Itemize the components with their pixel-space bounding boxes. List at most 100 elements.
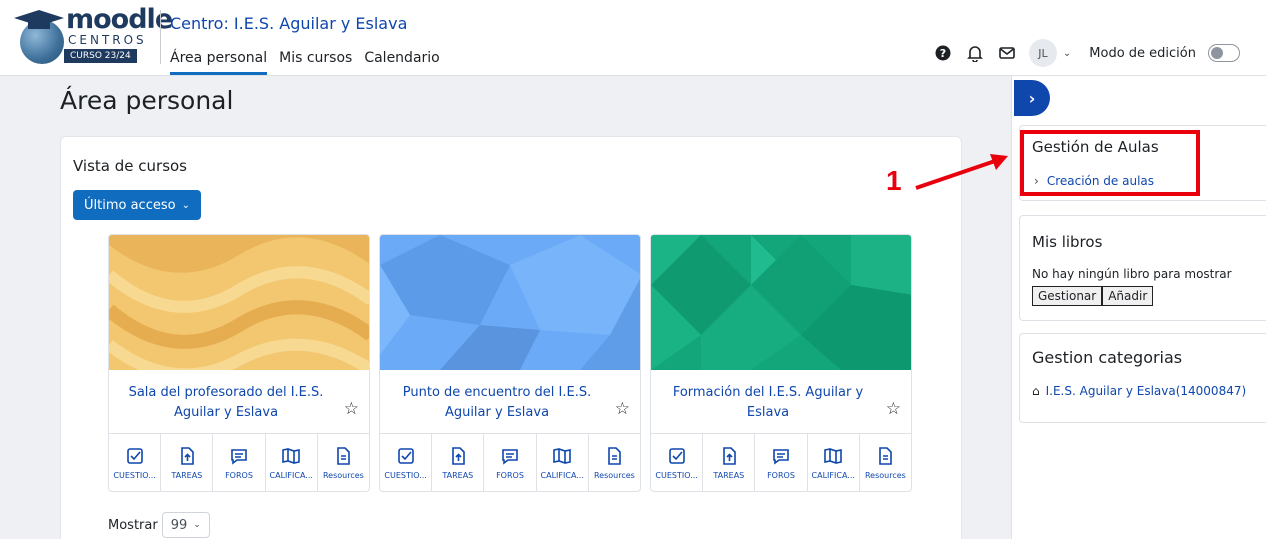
- nav-area-personal[interactable]: Área personal: [170, 48, 268, 75]
- tool-forums[interactable]: FOROS: [755, 434, 808, 491]
- page-title: Área personal: [60, 86, 234, 115]
- sort-button-label: Último acceso: [84, 197, 176, 213]
- home-icon: ⌂: [1032, 384, 1040, 398]
- primary-nav: Área personal Mis cursos Calendario: [170, 48, 440, 75]
- tool-label: CALIFICA...: [811, 471, 855, 480]
- tool-label: FOROS: [225, 471, 253, 480]
- chat-icon: [502, 449, 518, 465]
- block-gestion-categorias: Gestion categorias ⌂ I.E.S. Aguilar y Esl…: [1019, 333, 1266, 423]
- page-size-value: 99: [170, 517, 188, 533]
- course-card[interactable]: Punto de encuentro del I.E.S. Aguilar y …: [379, 234, 641, 492]
- tool-label: TAREAS: [442, 471, 474, 480]
- chevron-down-icon[interactable]: ⌄: [1063, 48, 1071, 59]
- course-tools: CUESTIO... TAREAS FOROS CALIFICA... Reso…: [380, 433, 640, 491]
- drawer-toggle-button[interactable]: ›: [1014, 80, 1050, 116]
- tool-label: TAREAS: [171, 471, 203, 480]
- upload-file-icon: [722, 447, 736, 465]
- tool-label: CALIFICA...: [269, 471, 313, 480]
- tool-grades[interactable]: CALIFICA...: [808, 434, 860, 491]
- course-year-badge: CURSO 23/24: [64, 49, 137, 63]
- nav-calendario[interactable]: Calendario: [364, 48, 439, 75]
- star-icon[interactable]: ☆: [344, 399, 359, 419]
- course-title-link[interactable]: Formación del I.E.S. Aguilar y Eslava: [651, 383, 911, 425]
- block-mis-libros: Mis libros No hay ningún libro para most…: [1019, 215, 1266, 321]
- chat-icon: [231, 449, 247, 465]
- tool-label: CALIFICA...: [540, 471, 584, 480]
- category-link[interactable]: ⌂ I.E.S. Aguilar y Eslava(14000847): [1032, 384, 1246, 398]
- tool-label: CUESTIO...: [113, 471, 156, 480]
- sort-dropdown-button[interactable]: Último acceso ⌄: [73, 190, 201, 220]
- bell-icon[interactable]: [965, 43, 985, 63]
- tool-label: Resources: [593, 471, 635, 480]
- tool-label: Resources: [864, 471, 906, 480]
- tool-grades[interactable]: CALIFICA...: [266, 434, 318, 491]
- annotation-arrow-icon: [915, 154, 1008, 190]
- tool-label: Resources: [322, 471, 364, 480]
- tool-label: CUESTIO...: [655, 471, 698, 480]
- section-title: Vista de cursos: [73, 157, 188, 175]
- tool-quiz[interactable]: CUESTIO...: [380, 434, 433, 491]
- manage-button[interactable]: Gestionar: [1032, 286, 1103, 306]
- checkbox-icon: [668, 448, 685, 464]
- chevron-down-icon: ⌄: [181, 199, 190, 211]
- book-actions: Gestionar Añadir: [1032, 286, 1154, 306]
- course-image[interactable]: [109, 235, 369, 370]
- course-image[interactable]: [651, 235, 911, 370]
- tool-resources[interactable]: Resources: [860, 434, 911, 491]
- edit-mode-label: Modo de edición: [1089, 45, 1196, 61]
- chat-icon: [773, 449, 789, 465]
- book-icon: [282, 448, 301, 464]
- block-title: Gestion categorias: [1032, 348, 1183, 367]
- course-tools: CUESTIO... TAREAS FOROS CALIFICA... Reso…: [109, 433, 369, 491]
- brand-subtitle: CENTROS: [68, 33, 147, 47]
- edit-mode-toggle[interactable]: [1208, 44, 1240, 62]
- nav-mis-cursos[interactable]: Mis cursos: [279, 48, 352, 75]
- add-button[interactable]: Añadir: [1102, 286, 1154, 306]
- tool-resources[interactable]: Resources: [318, 434, 369, 491]
- page-size-control: Mostrar 99 ⌄: [108, 512, 210, 538]
- tool-quiz[interactable]: CUESTIO...: [651, 434, 704, 491]
- block-title: Mis libros: [1032, 233, 1103, 251]
- course-card[interactable]: Sala del profesorado del I.E.S. Aguilar …: [108, 234, 370, 492]
- center-title-link[interactable]: Centro: I.E.S. Aguilar y Eslava: [170, 13, 407, 35]
- help-icon[interactable]: ?: [933, 43, 953, 63]
- tool-label: FOROS: [767, 471, 795, 480]
- site-logo[interactable]: moodle CENTROS CURSO 23/24: [14, 6, 173, 70]
- tool-label: FOROS: [496, 471, 524, 480]
- tool-assignments[interactable]: TAREAS: [703, 434, 756, 491]
- checkbox-icon: [397, 448, 414, 464]
- tool-assignments[interactable]: TAREAS: [161, 434, 214, 491]
- tool-label: TAREAS: [713, 471, 745, 480]
- document-icon: [608, 447, 622, 465]
- star-icon[interactable]: ☆: [886, 399, 901, 419]
- brand-name: moodle: [66, 4, 173, 35]
- checkbox-icon: [126, 448, 143, 464]
- top-navbar: moodle CENTROS CURSO 23/24 Centro: I.E.S…: [0, 0, 1266, 76]
- annotation-highlight-box: [1020, 130, 1200, 196]
- page-size-select[interactable]: 99 ⌄: [161, 512, 210, 538]
- course-image[interactable]: [380, 235, 640, 370]
- tool-forums[interactable]: FOROS: [213, 434, 266, 491]
- user-nav: ? JL ⌄ Modo de edición: [933, 39, 1240, 67]
- tool-resources[interactable]: Resources: [589, 434, 640, 491]
- header-divider: [160, 10, 161, 64]
- tool-label: CUESTIO...: [384, 471, 427, 480]
- toggle-knob: [1211, 47, 1223, 59]
- tool-grades[interactable]: CALIFICA...: [537, 434, 589, 491]
- tool-forums[interactable]: FOROS: [484, 434, 537, 491]
- course-overview-card: Vista de cursos Último acceso ⌄ Sala del…: [60, 136, 962, 539]
- course-card[interactable]: Formación del I.E.S. Aguilar y Eslava ☆ …: [650, 234, 912, 492]
- course-title-link[interactable]: Sala del profesorado del I.E.S. Aguilar …: [109, 383, 369, 425]
- mail-icon[interactable]: [997, 43, 1017, 63]
- document-icon: [879, 447, 893, 465]
- show-label: Mostrar: [108, 517, 158, 533]
- link-label: I.E.S. Aguilar y Eslava(14000847): [1045, 384, 1247, 398]
- star-icon[interactable]: ☆: [615, 399, 630, 419]
- chevron-down-icon: ⌄: [193, 520, 201, 530]
- tool-assignments[interactable]: TAREAS: [432, 434, 485, 491]
- chevron-right-icon: ›: [1028, 88, 1036, 108]
- tool-quiz[interactable]: CUESTIO...: [109, 434, 162, 491]
- user-avatar[interactable]: JL: [1028, 39, 1057, 67]
- course-title-link[interactable]: Punto de encuentro del I.E.S. Aguilar y …: [380, 383, 640, 425]
- course-tools: CUESTIO... TAREAS FOROS CALIFICA... Reso…: [651, 433, 911, 491]
